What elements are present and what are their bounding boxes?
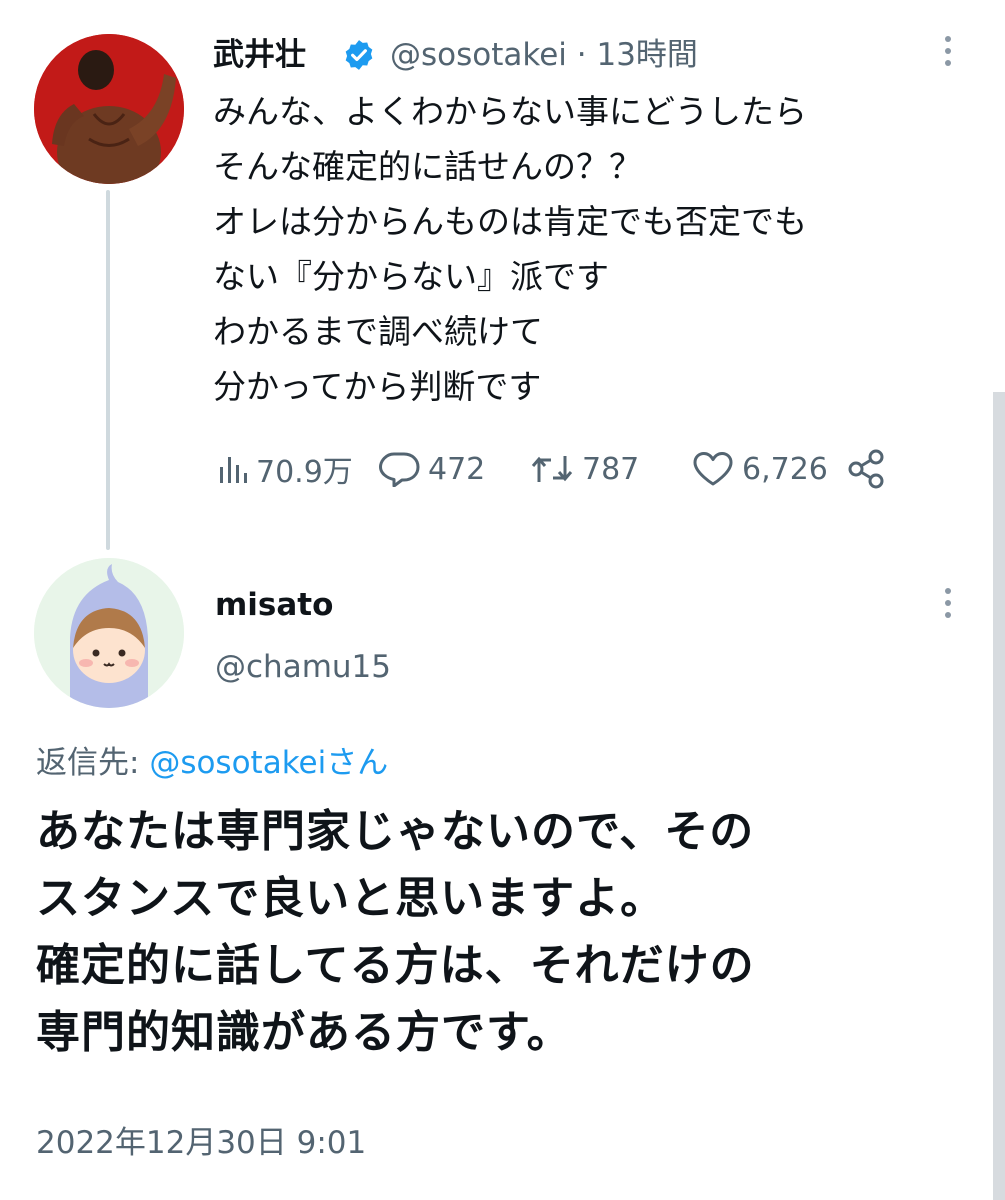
reply-author-name[interactable]: misato bbox=[215, 584, 333, 626]
reply-timestamp[interactable]: 2022年12月30日 9:01 bbox=[36, 1120, 366, 1166]
avatar[interactable] bbox=[34, 34, 184, 184]
tweet-line: オレは分からんものは肯定でも否定でも bbox=[213, 202, 807, 241]
tweet-line: みんな、よくわからない事にどうしたら bbox=[213, 92, 807, 131]
views-button[interactable]: 70.9万 bbox=[218, 446, 353, 492]
author-name[interactable]: 武井壮 bbox=[213, 34, 306, 76]
views-icon bbox=[220, 457, 247, 483]
thread-connector-line bbox=[106, 190, 110, 550]
tweet-text: みんな、よくわからない事にどうしたら そんな確定的に話せんの？？ オレは分からん… bbox=[213, 84, 973, 414]
views-count: 70.9万 bbox=[256, 455, 353, 490]
verified-badge-icon bbox=[342, 38, 376, 72]
reply-line: 確定的に話してる方は、それだけの bbox=[36, 940, 755, 991]
tweet-line: 分かってから判断です bbox=[213, 367, 542, 406]
scrollbar[interactable] bbox=[993, 392, 1005, 1200]
reply-line: スタンスで良いと思いますよ。 bbox=[36, 873, 666, 924]
like-button[interactable]: 6,726 bbox=[692, 446, 828, 492]
author-meta[interactable]: @sosotakei · 13時間 bbox=[390, 34, 698, 76]
like-icon bbox=[693, 452, 733, 486]
tweet-time[interactable]: · 13時間 bbox=[577, 37, 698, 73]
reply-to-line: 返信先: @sosotakeiさん bbox=[36, 740, 388, 786]
reply-to-prefix: 返信先: bbox=[36, 745, 150, 781]
tweet-line: ない『分からない』派です bbox=[213, 257, 609, 296]
share-button[interactable] bbox=[846, 446, 896, 492]
avatar-photo bbox=[34, 34, 184, 184]
author-handle[interactable]: @sosotakei bbox=[390, 37, 567, 73]
retweet-icon bbox=[531, 456, 573, 482]
reply-icon bbox=[379, 452, 420, 487]
reply-to-mention-link[interactable]: @sosotakeiさん bbox=[149, 745, 388, 781]
more-icon[interactable] bbox=[943, 588, 953, 624]
tweet-line: わかるまで調べ続けて bbox=[213, 312, 543, 351]
avatar-illustration bbox=[34, 558, 184, 708]
reply-line: あなたは専門家じゃないので、その bbox=[36, 806, 755, 857]
like-count: 6,726 bbox=[742, 451, 828, 487]
retweet-count: 787 bbox=[582, 451, 640, 487]
more-icon[interactable] bbox=[943, 36, 953, 72]
reply-count: 472 bbox=[428, 451, 486, 487]
tweet-line: そんな確定的に話せんの？？ bbox=[213, 147, 642, 186]
reply-text: あなたは専門家じゃないので、その スタンスで良いと思いますよ。 確定的に話してる… bbox=[36, 798, 986, 1066]
retweet-button[interactable]: 787 bbox=[530, 446, 639, 492]
reply-line: 専門的知識がある方です。 bbox=[36, 1007, 572, 1058]
avatar[interactable] bbox=[34, 558, 184, 708]
reply-author-handle[interactable]: @chamu15 bbox=[215, 646, 391, 688]
reply-button[interactable]: 472 bbox=[378, 446, 485, 492]
share-icon bbox=[848, 449, 884, 489]
